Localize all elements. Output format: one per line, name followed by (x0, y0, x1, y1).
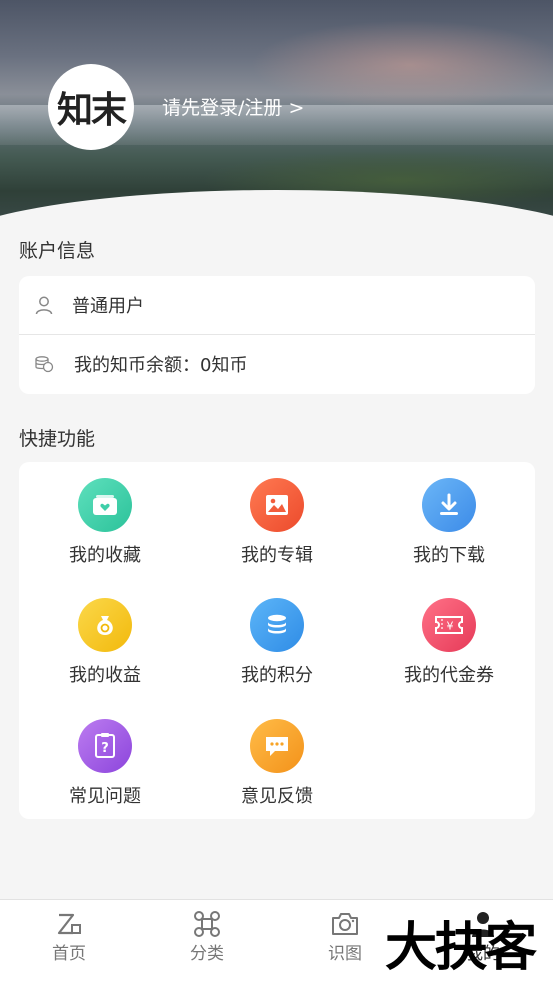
feedback-icon (250, 719, 304, 773)
quick-item-points[interactable]: 我的积分 (191, 598, 363, 698)
tab-label: 分类 (190, 944, 224, 964)
account-card: 普通用户 我的知币余额：0知币 (19, 276, 535, 394)
faq-icon: ? (78, 719, 132, 773)
quick-item-vouchers[interactable]: ¥ 我的代金券 (363, 598, 535, 698)
balance-row[interactable]: 我的知币余额：0知币 (19, 335, 535, 393)
tab-category[interactable]: 分类 (138, 900, 276, 983)
coins-icon (34, 354, 54, 374)
quick-item-label: 常见问题 (69, 786, 141, 807)
quick-item-label: 我的代金券 (404, 665, 494, 686)
quick-item-label: 我的专辑 (241, 545, 313, 566)
quick-item-feedback[interactable]: 意见反馈 (191, 719, 363, 819)
camera-icon (330, 910, 360, 938)
tab-home[interactable]: 首页 (0, 900, 138, 983)
album-icon (250, 478, 304, 532)
category-icon (192, 910, 222, 938)
balance-label: 我的知币余额：0知币 (74, 355, 248, 376)
quick-item-label: 我的积分 (241, 665, 313, 686)
user-icon (34, 295, 54, 315)
quick-section-title: 快捷功能 (19, 428, 96, 450)
voucher-icon: ¥ (422, 598, 476, 652)
points-icon (250, 598, 304, 652)
quick-item-label: 意见反馈 (241, 786, 313, 807)
quick-item-faq[interactable]: ? 常见问题 (19, 719, 191, 819)
quick-item-earnings[interactable]: 我的收益 (19, 598, 191, 698)
svg-text:?: ? (101, 741, 109, 756)
avatar-logo-text: 知末 (56, 90, 127, 131)
tab-label: 识图 (328, 944, 362, 964)
login-register-link[interactable]: 请先登录/注册 > (162, 93, 304, 120)
collection-icon (78, 478, 132, 532)
user-type-label: 普通用户 (72, 296, 144, 317)
quick-item-albums[interactable]: 我的专辑 (191, 478, 363, 578)
account-section-title: 账户信息 (19, 240, 96, 262)
avatar[interactable]: 知末 (48, 64, 134, 150)
quick-item-favorites[interactable]: 我的收藏 (19, 478, 191, 578)
svg-text:¥: ¥ (447, 620, 454, 633)
quick-item-downloads[interactable]: 我的下载 (363, 478, 535, 578)
quick-functions-card: 我的收藏 我的专辑 我的下载 我的收益 我的积分 ¥ 我的代金券 ? 常见问题 … (19, 462, 535, 819)
quick-item-label: 我的收益 (69, 665, 141, 686)
user-type-row[interactable]: 普通用户 (19, 276, 535, 334)
watermark-text: 大抉客 (385, 918, 537, 978)
tab-label: 首页 (52, 944, 86, 964)
quick-item-label: 我的收藏 (69, 545, 141, 566)
home-icon (54, 910, 84, 938)
quick-item-label: 我的下载 (413, 545, 485, 566)
money-bag-icon (78, 598, 132, 652)
download-icon (422, 478, 476, 532)
